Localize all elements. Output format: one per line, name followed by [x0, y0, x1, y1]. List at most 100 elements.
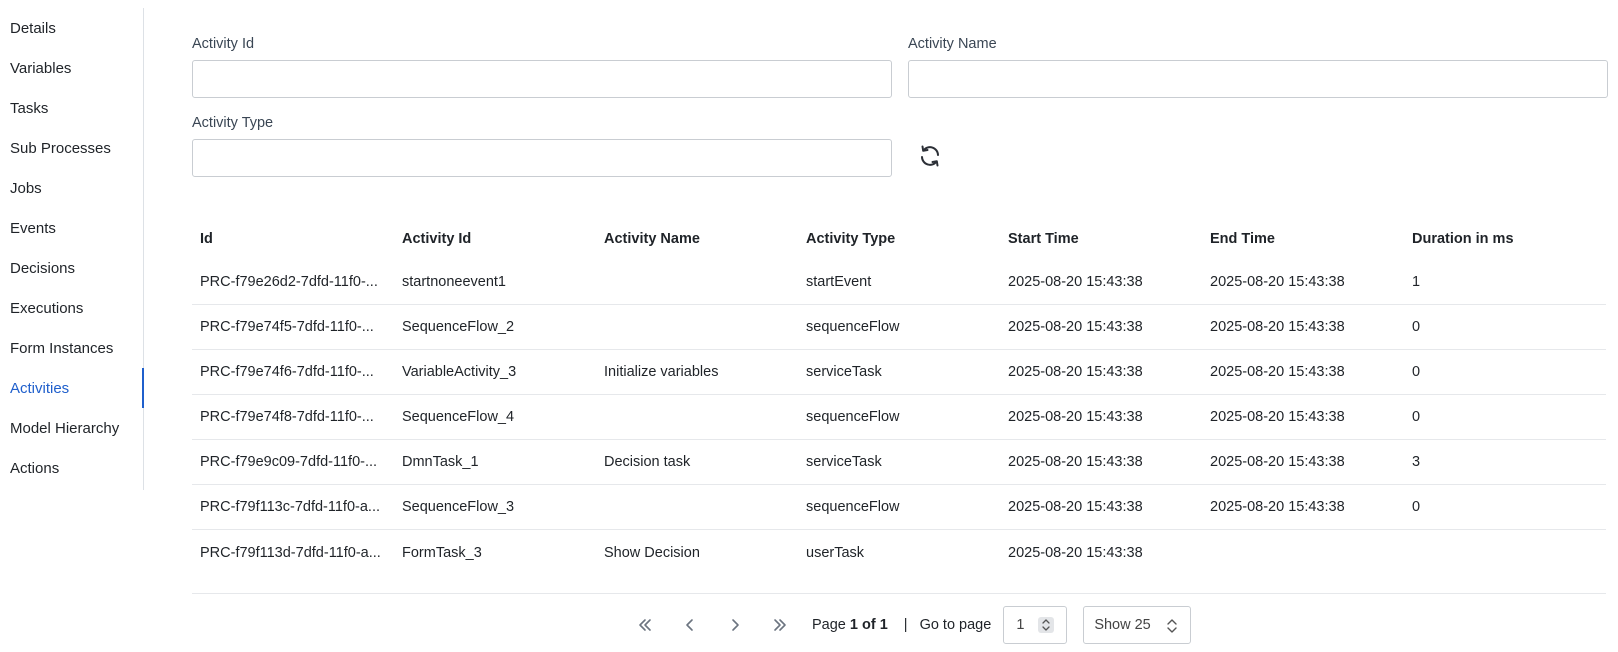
table-cell: 2025-08-20 15:43:38: [1210, 454, 1345, 470]
sidebar-item-tasks[interactable]: Tasks: [0, 88, 143, 128]
sidebar-item-model-hierarchy[interactable]: Model Hierarchy: [0, 408, 143, 448]
table-cell: startnoneevent1: [402, 274, 506, 290]
previous-page-button[interactable]: [667, 610, 712, 640]
table-cell: PRC-f79e74f6-7dfd-11f0-...: [200, 364, 374, 380]
activity-name-label: Activity Name: [908, 36, 997, 52]
table-cell: PRC-f79e74f8-7dfd-11f0-...: [200, 409, 374, 425]
table-cell: FormTask_3: [402, 544, 482, 561]
table-cell: SequenceFlow_3: [402, 499, 515, 515]
table-row[interactable]: PRC-f79e74f8-7dfd-11f0-... SequenceFlow_4…: [192, 395, 1606, 440]
table-cell: startEvent: [806, 274, 872, 290]
table-cell: PRC-f79f113c-7dfd-11f0-a...: [200, 499, 380, 515]
last-page-button[interactable]: [757, 610, 802, 640]
goto-page-value: 1: [1016, 617, 1025, 633]
table-cell: 2025-08-20 15:43:38: [1008, 544, 1143, 561]
activity-id-input[interactable]: [192, 60, 892, 98]
sidebar-item-sub-processes[interactable]: Sub Processes: [0, 128, 143, 168]
activity-id-label: Activity Id: [192, 36, 255, 52]
select-arrows-icon: [1167, 619, 1178, 633]
table-row[interactable]: PRC-f79e26d2-7dfd-11f0-... startnoneevent…: [192, 260, 1606, 305]
table-cell: 0: [1412, 319, 1421, 335]
table-cell: 2025-08-20 15:43:38: [1008, 274, 1143, 290]
sidebar-item-form-instances[interactable]: Form Instances: [0, 328, 143, 368]
column-header: Duration in ms: [1412, 231, 1514, 247]
sidebar-item-executions[interactable]: Executions: [0, 288, 143, 328]
column-header: Activity Type: [806, 231, 896, 247]
sidebar-nav: Details Variables Tasks Sub Processes Jobs Ev…: [0, 8, 144, 490]
sidebar-item-variables[interactable]: Variables: [0, 48, 143, 88]
table-bottom-divider: [192, 593, 1606, 594]
activity-type-input[interactable]: [192, 139, 892, 177]
sidebar-item-events[interactable]: Events: [0, 208, 143, 248]
table-row[interactable]: PRC-f79e74f6-7dfd-11f0-... VariableActivi…: [192, 350, 1606, 395]
table-cell: userTask: [806, 544, 865, 561]
refresh-icon: [921, 145, 939, 167]
page-size-value: Show 25: [1094, 617, 1151, 633]
table-cell: 2025-08-20 15:43:38: [1210, 364, 1345, 380]
table-row[interactable]: PRC-f79f113d-7dfd-11f0-a... FormTask_3 Sho…: [192, 530, 1606, 575]
table-cell: serviceTask: [806, 454, 882, 470]
page-prefix: Page: [812, 617, 846, 633]
goto-page-label: Go to page: [919, 617, 992, 633]
table-cell: SequenceFlow_4: [402, 409, 515, 425]
table-cell: Decision task: [604, 454, 691, 470]
sidebar-item-jobs[interactable]: Jobs: [0, 168, 143, 208]
refresh-button[interactable]: [918, 144, 942, 168]
activities-table: Id Activity Id Activity Name Activity Type S…: [192, 218, 1606, 575]
table-cell: 0: [1412, 409, 1421, 425]
pager-separator: |: [903, 617, 908, 633]
table-cell: sequenceFlow: [806, 409, 900, 425]
table-cell: serviceTask: [806, 364, 882, 380]
table-cell: 2025-08-20 15:43:38: [1008, 409, 1143, 425]
column-header: Start Time: [1008, 231, 1079, 247]
table-cell: 2025-08-20 15:43:38: [1008, 454, 1143, 470]
sidebar-item-details[interactable]: Details: [0, 8, 143, 48]
pagination: Page 1 of 1 | Go to page 1 Show 25: [622, 606, 1192, 644]
table-cell: 2025-08-20 15:43:38: [1008, 319, 1143, 335]
page-size-select[interactable]: Show 25: [1083, 606, 1192, 644]
chevrons-left-icon: [638, 619, 651, 631]
table-cell: 1: [1412, 274, 1421, 290]
table-cell: DmnTask_1: [402, 454, 479, 470]
sidebar-item-activities[interactable]: Activities: [0, 368, 144, 408]
table-cell: 3: [1412, 454, 1421, 470]
table-cell: 2025-08-20 15:43:38: [1210, 409, 1345, 425]
next-page-button[interactable]: [712, 610, 757, 640]
column-header: End Time: [1210, 231, 1275, 247]
table-cell: sequenceFlow: [806, 499, 900, 515]
first-page-button[interactable]: [622, 610, 667, 640]
table-row[interactable]: PRC-f79e9c09-7dfd-11f0-... DmnTask_1 Decis…: [192, 440, 1606, 485]
table-cell: 0: [1412, 499, 1421, 515]
sidebar-item-decisions[interactable]: Decisions: [0, 248, 143, 288]
table-header-row: Id Activity Id Activity Name Activity Type S…: [192, 218, 1606, 260]
activity-type-label: Activity Type: [192, 115, 274, 131]
goto-page-input[interactable]: 1: [1003, 606, 1068, 644]
table-cell: PRC-f79e74f5-7dfd-11f0-...: [200, 319, 374, 335]
sidebar-item-actions[interactable]: Actions: [0, 448, 143, 488]
table-row[interactable]: PRC-f79e74f5-7dfd-11f0-... SequenceFlow_2…: [192, 305, 1606, 350]
chevron-left-icon: [685, 619, 693, 631]
page-indicator: Page 1 of 1: [812, 617, 888, 633]
column-header: Id: [200, 231, 213, 247]
chevrons-right-icon: [773, 619, 786, 631]
stepper-icon[interactable]: [1038, 617, 1055, 633]
table-cell: 2025-08-20 15:43:38: [1008, 499, 1143, 515]
table-cell: VariableActivity_3: [402, 364, 517, 380]
table-cell: 2025-08-20 15:43:38: [1210, 499, 1345, 515]
table-cell: Show Decision: [604, 544, 700, 561]
table-cell: 2025-08-20 15:43:38: [1008, 364, 1143, 380]
table-row[interactable]: PRC-f79f113c-7dfd-11f0-a... SequenceFlow_…: [192, 485, 1606, 530]
table-cell: 2025-08-20 15:43:38: [1210, 274, 1345, 290]
table-cell: Initialize variables: [604, 364, 719, 380]
table-cell: PRC-f79e9c09-7dfd-11f0-...: [200, 454, 378, 470]
page-current: 1 of 1: [849, 617, 888, 633]
table-cell: 0: [1412, 364, 1421, 380]
table-cell: PRC-f79e26d2-7dfd-11f0-...: [200, 274, 378, 290]
activity-name-input[interactable]: [908, 60, 1608, 98]
table-cell: sequenceFlow: [806, 319, 900, 335]
column-header: Activity Name: [604, 231, 700, 247]
table-cell: PRC-f79f113d-7dfd-11f0-a...: [200, 544, 381, 561]
chevron-right-icon: [731, 619, 739, 631]
column-header: Activity Id: [402, 231, 472, 247]
table-cell: SequenceFlow_2: [402, 319, 515, 335]
